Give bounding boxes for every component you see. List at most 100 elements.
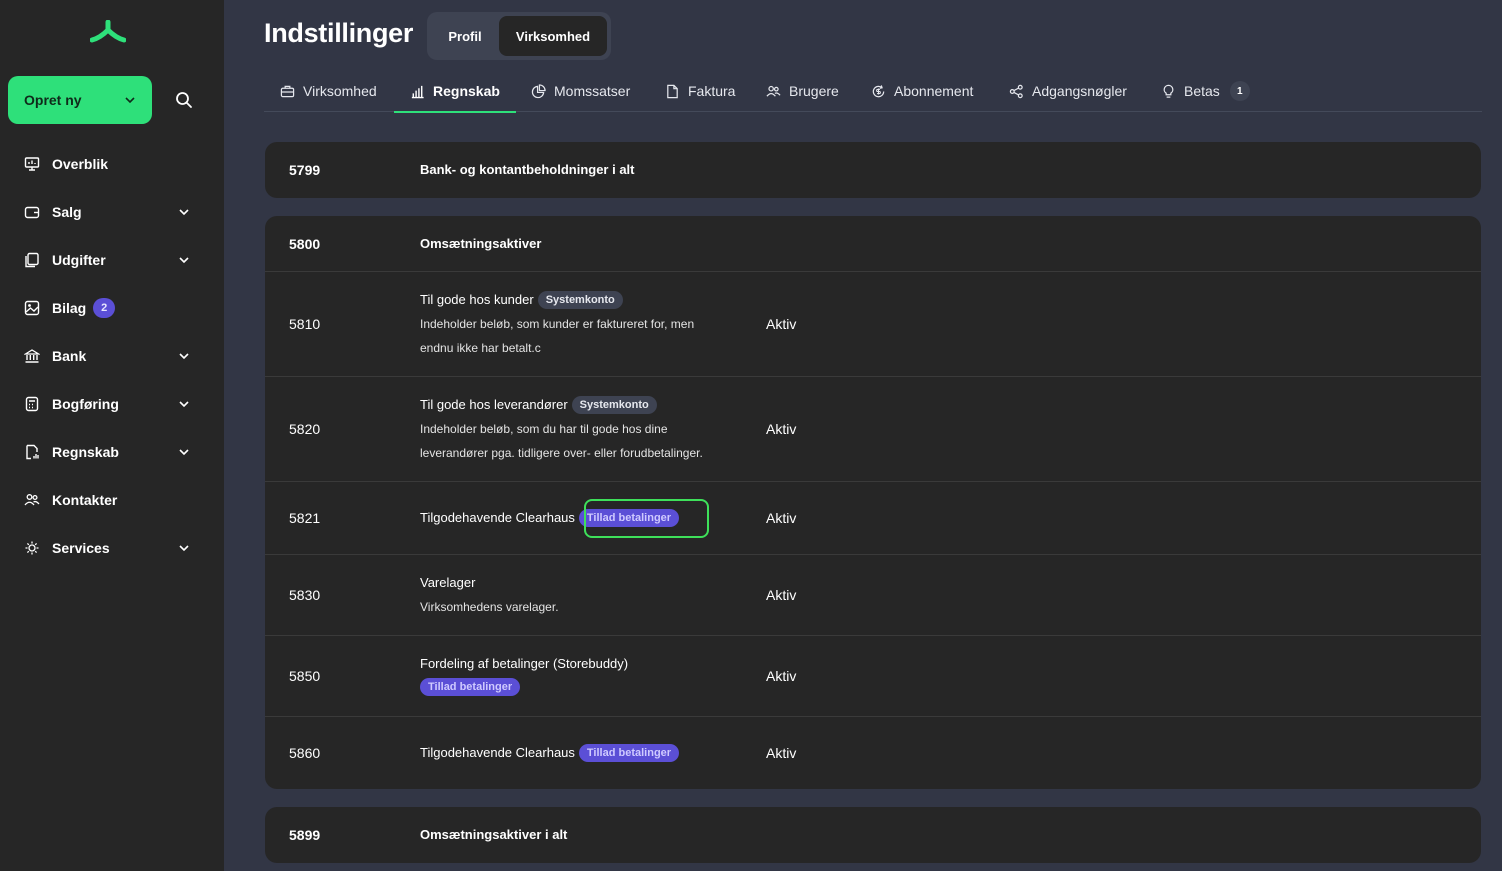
group-name: Omsætningsaktiver i alt xyxy=(420,827,568,842)
chevron-down-icon[interactable] xyxy=(178,542,190,554)
wallet-icon xyxy=(24,206,40,219)
tab-label: Brugere xyxy=(789,83,839,99)
sidebar-item-kontakter[interactable]: Kontakter xyxy=(0,476,224,524)
sidebar-item-services[interactable]: Services xyxy=(0,524,224,572)
sidebar-item-bogforing[interactable]: Bogføring xyxy=(0,380,224,428)
tab-brugere[interactable]: Brugere xyxy=(766,70,839,112)
sidebar-item-bilag[interactable]: Bilag 2 xyxy=(0,284,224,332)
account-status: Aktiv xyxy=(766,510,797,526)
tab-label: Regnskab xyxy=(433,83,500,99)
account-title-line: Tilgodehavende Clearhaus Tillad betaling… xyxy=(420,741,680,765)
allow-payments-tag[interactable]: Tillad betalinger xyxy=(578,509,680,527)
allow-payments-tag[interactable]: Tillad betalinger xyxy=(578,744,680,762)
sidebar-item-label: Regnskab xyxy=(52,444,119,460)
account-description-line: endnu ikke har betalt.c xyxy=(420,341,541,355)
sidebar-item-label: Bogføring xyxy=(52,396,119,412)
sidebar-item-udgifter[interactable]: Udgifter xyxy=(0,236,224,284)
account-number: 5810 xyxy=(289,316,321,332)
account-group-card: 5799 Bank- og kontantbeholdninger i alt xyxy=(265,142,1481,198)
sidebar-item-overblik[interactable]: Overblik xyxy=(0,140,224,188)
settings-scope-toggle: Profil Virksomhed xyxy=(427,12,611,60)
presentation-icon xyxy=(24,157,40,171)
table-row[interactable]: 5860 Tilgodehavende Clearhaus Tillad bet… xyxy=(265,717,1481,789)
account-number: 5820 xyxy=(289,421,321,437)
services-icon xyxy=(25,541,39,555)
account-number: 5821 xyxy=(289,510,321,526)
chevron-down-icon[interactable] xyxy=(178,350,190,362)
account-info: Til gode hos kunder Systemkonto Indehold… xyxy=(420,288,740,360)
table-row[interactable]: 5820 Til gode hos leverandører Systemkon… xyxy=(265,377,1481,482)
report-icon xyxy=(26,444,39,460)
briefcase-icon xyxy=(280,85,295,97)
tab-betas[interactable]: Betas 1 xyxy=(1161,70,1250,112)
group-header-row[interactable]: 5899 Omsætningsaktiver i alt xyxy=(265,807,1481,863)
chevron-down-icon[interactable] xyxy=(178,446,190,458)
table-row[interactable]: 5830 Varelager Virksomhedens varelager. … xyxy=(265,555,1481,636)
account-group-card: 5800 Omsætningsaktiver 5810 Til gode hos… xyxy=(265,216,1481,789)
search-icon[interactable] xyxy=(172,88,196,112)
chevron-down-icon[interactable] xyxy=(178,206,190,218)
settings-tabs: Virksomhed Regnskab Momssatser Faktura B… xyxy=(264,70,1482,113)
sidebar-item-label: Services xyxy=(52,540,110,556)
sidebar-item-regnskab[interactable]: Regnskab xyxy=(0,428,224,476)
account-info: Til gode hos leverandører Systemkonto In… xyxy=(420,393,760,465)
tab-faktura[interactable]: Faktura xyxy=(665,70,735,112)
table-row[interactable]: 5810 Til gode hos kunder Systemkonto Ind… xyxy=(265,272,1481,377)
account-info: Tilgodehavende Clearhaus Tillad betaling… xyxy=(420,506,680,530)
tab-label: Adgangsnøgler xyxy=(1032,83,1127,99)
account-description-line: leverandører pga. tidligere over- eller … xyxy=(420,446,703,460)
sidebar-item-bank[interactable]: Bank xyxy=(0,332,224,380)
group-header-row[interactable]: 5800 Omsætningsaktiver xyxy=(265,216,1481,272)
account-title-line: Tilgodehavende Clearhaus Tillad betaling… xyxy=(420,506,680,530)
sidebar-item-salg[interactable]: Salg xyxy=(0,188,224,236)
account-description: Indeholder beløb, som du har til gode ho… xyxy=(420,417,760,465)
contacts-icon xyxy=(24,494,40,506)
sidebar-nav: Overblik Salg Udgifter Bilag 2 Bank Bogf… xyxy=(0,140,224,572)
company-segment[interactable]: Virksomhed xyxy=(499,16,607,56)
account-title-line: Til gode hos kunder Systemkonto xyxy=(420,288,740,312)
account-title: Varelager xyxy=(420,575,476,590)
group-number: 5899 xyxy=(289,827,321,843)
tab-virksomhed[interactable]: Virksomhed xyxy=(280,70,377,112)
account-title: Tilgodehavende Clearhaus xyxy=(420,745,575,760)
document-icon xyxy=(667,84,678,98)
account-description: Indeholder beløb, som kunder er fakturer… xyxy=(420,312,740,360)
allow-payments-tag[interactable]: Tillad betalinger xyxy=(420,678,521,696)
sidebar-item-label: Overblik xyxy=(52,156,109,172)
logo-icon[interactable] xyxy=(90,20,126,44)
account-title: Til gode hos kunder xyxy=(420,292,534,307)
bar-chart-icon xyxy=(411,85,424,98)
account-info: Varelager Virksomhedens varelager. xyxy=(420,571,740,619)
account-status: Aktiv xyxy=(766,421,797,437)
tab-label: Faktura xyxy=(688,83,736,99)
share-icon xyxy=(1009,84,1023,98)
profile-segment[interactable]: Profil xyxy=(431,16,499,56)
account-description-line: Indeholder beløb, som kunder er fakturer… xyxy=(420,317,695,331)
account-title: Fordeling af betalinger (Storebuddy) xyxy=(420,656,629,671)
group-header-row[interactable]: 5799 Bank- og kontantbeholdninger i alt xyxy=(265,142,1481,198)
table-row[interactable]: 5821 Tilgodehavende Clearhaus Tillad bet… xyxy=(265,482,1481,555)
account-info: Tilgodehavende Clearhaus Tillad betaling… xyxy=(420,741,680,765)
tab-label: Betas xyxy=(1184,83,1220,99)
group-number: 5799 xyxy=(289,162,321,178)
image-icon xyxy=(24,300,40,316)
sidebar-item-label: Udgifter xyxy=(52,252,106,268)
group-number: 5800 xyxy=(289,236,321,252)
tab-adgangsnogler[interactable]: Adgangsnøgler xyxy=(1009,70,1127,112)
refresh-dollar-icon xyxy=(872,84,885,97)
bulb-icon xyxy=(1163,84,1174,98)
account-description-line: Indeholder beløb, som du har til gode ho… xyxy=(420,422,668,436)
bilag-count-badge: 2 xyxy=(93,298,116,318)
chevron-down-icon[interactable] xyxy=(178,398,190,410)
create-new-button[interactable]: Opret ny xyxy=(8,76,152,124)
account-status: Aktiv xyxy=(766,745,797,761)
sidebar-item-label: Salg xyxy=(52,204,82,220)
tab-regnskab[interactable]: Regnskab xyxy=(394,70,516,113)
tab-momssatser[interactable]: Momssatser xyxy=(531,70,630,112)
account-number: 5860 xyxy=(289,745,321,761)
chevron-down-icon[interactable] xyxy=(178,254,190,266)
pie-chart-icon xyxy=(531,83,546,98)
table-row[interactable]: 5850 Fordeling af betalinger (Storebuddy… xyxy=(265,636,1481,717)
tab-abonnement[interactable]: Abonnement xyxy=(871,70,973,112)
tab-label: Virksomhed xyxy=(303,83,377,99)
